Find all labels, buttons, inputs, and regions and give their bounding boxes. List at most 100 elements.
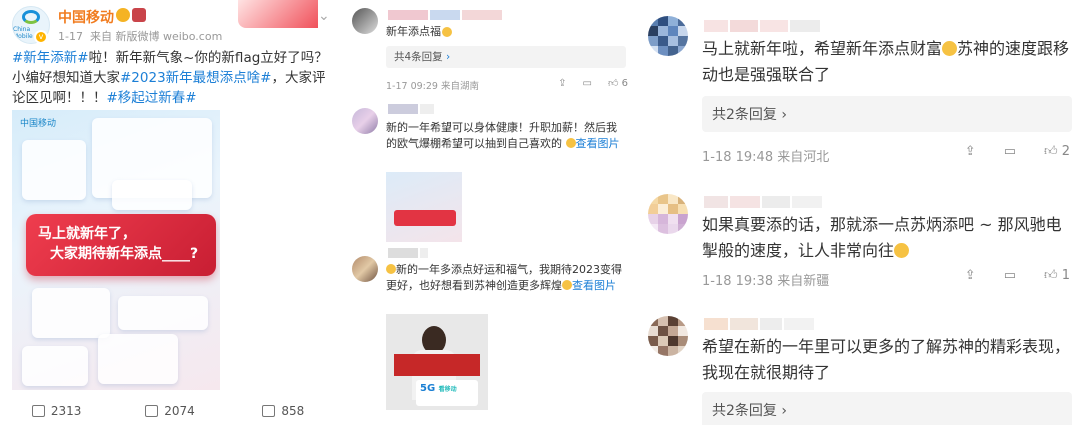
comment-count: 2074 — [164, 404, 195, 418]
repost-icon — [31, 405, 45, 417]
comment-text: 如果真要添的话，那就添一点苏炳添吧 ~ 那风驰电掣般的速度，让人非常向往 — [702, 212, 1072, 264]
username-blurred[interactable] — [388, 10, 502, 20]
comment-list-right: 马上就新年啦，希望新年添点财富 苏神的速度跟移动也是强强联合了 共2条回复 › 1… — [640, 0, 1080, 425]
5g-text: 5G — [420, 383, 436, 394]
post-actions: 2313 2074 858 — [0, 404, 340, 418]
comment-meta: 1-17 09:29 来自湖南 — [386, 81, 479, 92]
china-mobile-logo-icon — [22, 10, 40, 24]
view-image-link[interactable]: 查看图片 — [572, 279, 616, 292]
username-blurred[interactable] — [388, 104, 434, 114]
comment-button[interactable]: 2074 — [113, 404, 226, 418]
avatar[interactable] — [352, 8, 378, 34]
like-button[interactable]: 👍︎ 6 — [608, 77, 628, 89]
wish-card — [112, 180, 192, 210]
comment-actions: ⇪ ▭ 👍︎ 6 — [558, 77, 628, 90]
view-image-link[interactable]: 查看图片 — [576, 137, 620, 150]
chevron-down-icon[interactable]: ⌄ — [318, 8, 330, 24]
comment-text: 马上就新年啦，希望新年添点财富 苏神的速度跟移动也是强强联合了 — [702, 36, 1072, 88]
comment-meta: 1-18 19:38 来自新疆 — [702, 274, 830, 289]
wish-card — [98, 334, 178, 384]
repost-button[interactable]: 2313 — [0, 404, 113, 418]
reply-icon[interactable]: ▭ — [583, 78, 592, 89]
username-blurred[interactable] — [704, 318, 814, 330]
like-count: 858 — [281, 404, 305, 418]
comment-image[interactable] — [386, 172, 462, 242]
like-icon — [262, 405, 276, 417]
emoji-icon — [442, 27, 452, 37]
image-headline: 马上就新年了， 大家期待新年添点____? — [26, 214, 216, 276]
comment-text-body: 马上就新年啦，希望新年添点财富 — [702, 39, 943, 58]
username-blurred[interactable] — [704, 196, 822, 208]
share-icon[interactable]: ⇪ — [965, 144, 976, 159]
comment-text: 新年添点福 — [386, 25, 441, 38]
5g-subtitle: 看移动 — [438, 386, 457, 393]
comment-list-middle: 新年添点福 共4条回复 › 1-17 09:29 来自湖南 ⇪ ▭ 👍︎ 6 新的一… — [346, 0, 636, 425]
username-blurred[interactable] — [704, 20, 820, 32]
avatar-pixels — [648, 316, 688, 356]
comment-text: 希望在新的一年里可以更多的了解苏神的精彩表现，我现在就很期待了 — [702, 337, 1071, 382]
weibo-post: China Mobile v 中国移动 ⌄ 1-17 来自 新版微博 weibo… — [0, 0, 340, 425]
avatar-pixels — [648, 16, 688, 56]
post-text: #新年添新#啦！新年新气象~你的新flag立好了吗？小编好想知道大家#2023新… — [12, 48, 332, 108]
post-image[interactable]: 中国移动 马上就新年了， 大家期待新年添点____? — [12, 110, 220, 390]
like-button[interactable]: 👍︎ 1 — [1044, 268, 1070, 283]
hashtag-link[interactable]: #2023新年最想添点啥# — [120, 70, 271, 86]
like-button[interactable]: 858 — [227, 404, 340, 418]
emoji-icon — [386, 264, 396, 274]
emoji-icon — [562, 280, 572, 290]
avatar[interactable] — [648, 316, 688, 356]
like-count: 6 — [621, 78, 628, 89]
hashtag-link[interactable]: #新年添新# — [12, 50, 89, 66]
reply-count-button[interactable]: 共4条回复 › — [386, 46, 626, 68]
share-icon[interactable]: ⇪ — [558, 78, 566, 89]
comment-actions: ⇪ ▭ 👍︎ 1 — [965, 268, 1070, 283]
reply-icon[interactable]: ▭ — [1004, 144, 1016, 159]
emoji-icon — [565, 138, 576, 148]
5g-sign: 5G 看移动 — [416, 380, 478, 406]
comment-text-body: 如果真要添的话，那就添一点苏炳添吧 ~ 那风驰电掣般的速度，让人非常向往 — [702, 215, 1062, 260]
post-source: 来自 新版微博 weibo.com — [89, 30, 223, 43]
reply-count: 共4条回复 — [394, 51, 443, 63]
account-name[interactable]: 中国移动 — [58, 7, 114, 27]
post-meta: 1-17 来自 新版微博 weibo.com — [58, 28, 222, 44]
image-logo: 中国移动 — [20, 119, 57, 129]
image-line-2: 大家期待新年添点____? — [50, 246, 199, 262]
comment-actions: ⇪ ▭ 👍︎ 2 — [965, 144, 1070, 159]
post-date: 1-17 — [58, 30, 83, 43]
comment-image[interactable]: 5G 看移动 — [386, 314, 488, 410]
comment-text: 新的一年希望可以身体健康！升职加薪！然后我的欧气爆棚希望可以抽到自己喜欢的 查看… — [386, 120, 626, 152]
image-red-banner — [394, 210, 456, 226]
wish-card — [22, 346, 88, 386]
avatar[interactable] — [352, 256, 378, 282]
like-count: 2 — [1061, 144, 1070, 159]
wish-card — [118, 296, 208, 330]
like-count: 1 — [1061, 268, 1070, 283]
verified-badge-icon: v — [34, 30, 48, 44]
reply-count-button[interactable]: 共2条回复 › — [702, 96, 1072, 132]
emoji-icon — [894, 243, 910, 258]
reply-count-button[interactable]: 共2条回复 › — [702, 392, 1072, 425]
reply-icon[interactable]: ▭ — [1004, 268, 1016, 283]
avatar-pixels — [648, 194, 688, 234]
level-badge-icon — [132, 8, 146, 22]
red-couplet — [394, 354, 480, 376]
comment-text: 新的一年多添点好运和福气，我期待2023变得更好，也好想看到苏神创造更多辉煌 查看… — [386, 262, 626, 294]
like-button[interactable]: 👍︎ 2 — [1044, 144, 1070, 159]
reply-count: 共2条回复 — [712, 107, 777, 123]
share-icon[interactable]: ⇪ — [965, 268, 976, 283]
reply-count: 共2条回复 — [712, 403, 777, 419]
wish-card — [32, 288, 110, 338]
member-crown-icon — [116, 8, 130, 22]
comment-meta: 1-18 19:48 来自河北 — [702, 150, 830, 165]
hashtag-link[interactable]: #移起过新春# — [107, 90, 197, 106]
repost-count: 2313 — [50, 404, 82, 418]
festival-banner — [238, 0, 318, 28]
avatar[interactable] — [648, 16, 688, 56]
avatar[interactable] — [648, 194, 688, 234]
emoji-icon — [942, 41, 958, 56]
wish-card — [22, 140, 86, 200]
avatar[interactable] — [352, 108, 378, 134]
username-blurred[interactable] — [388, 248, 428, 258]
image-line-1: 马上就新年了， — [38, 226, 136, 242]
comment-icon — [145, 405, 159, 417]
